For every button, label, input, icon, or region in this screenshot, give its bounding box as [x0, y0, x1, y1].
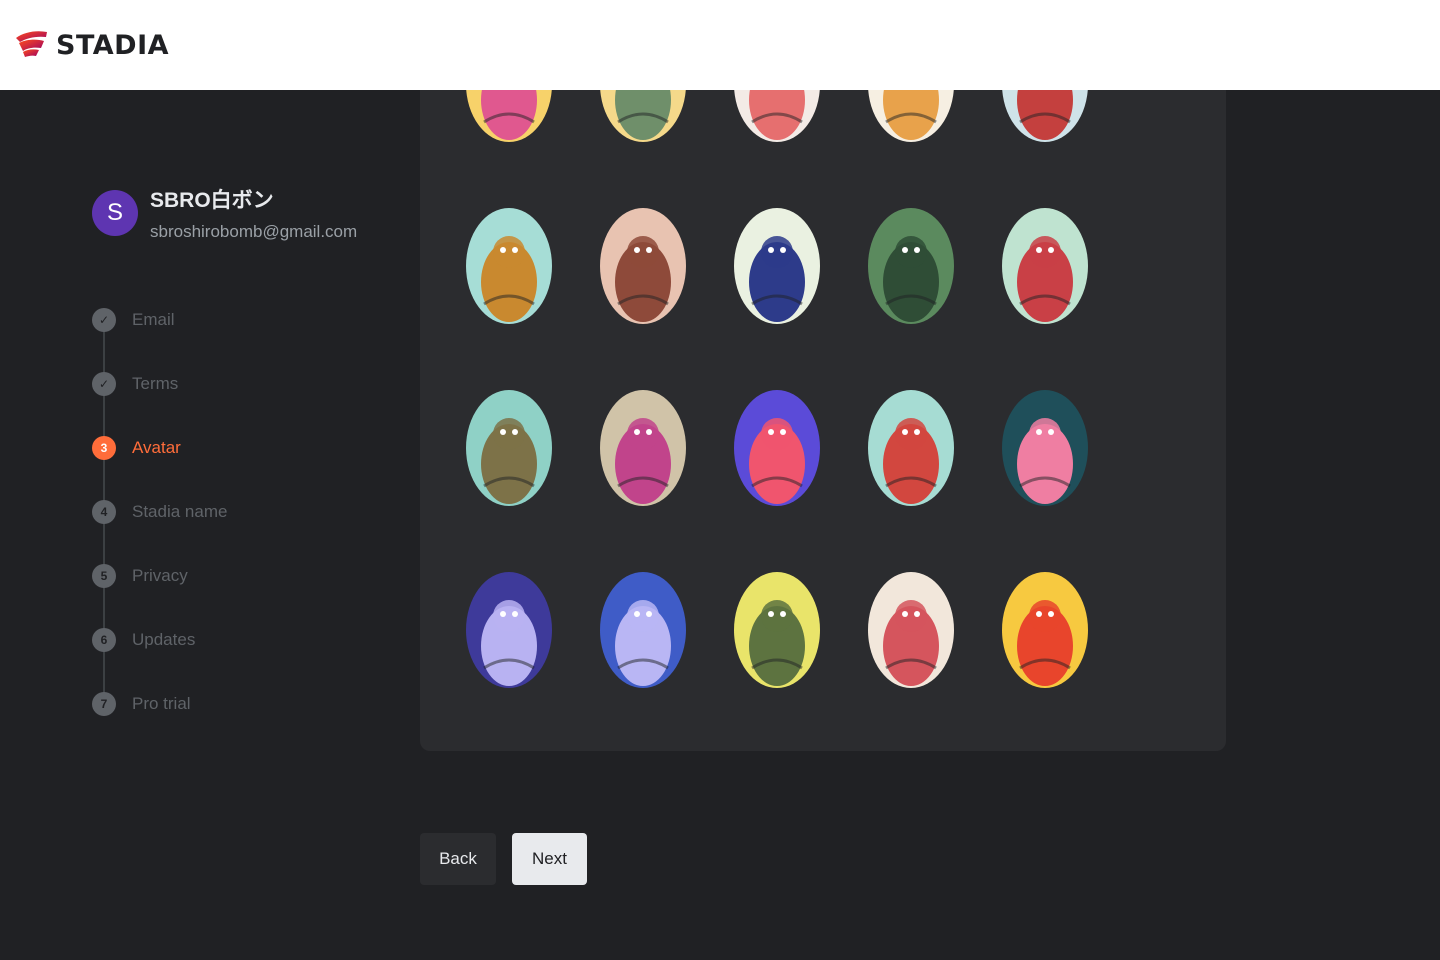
- avatar-stone-golem[interactable]: [600, 390, 686, 506]
- avatar-fire-spirit[interactable]: [1002, 572, 1088, 688]
- avatar-white-bird-art: [868, 90, 954, 142]
- avatar-slot-machine[interactable]: [1002, 390, 1088, 506]
- avatar-pink-octopus-art: [466, 90, 552, 142]
- avatar-white-bird[interactable]: [868, 90, 954, 142]
- avatar-polyhedral-die-art: [868, 572, 954, 688]
- step-label: Avatar: [132, 438, 181, 457]
- avatar-armored-warrior[interactable]: [600, 90, 686, 142]
- avatar-geometric-cubes-art: [734, 208, 820, 324]
- step-terms: ✓ Terms: [92, 372, 178, 396]
- avatar-red-robot-pilot[interactable]: [1002, 90, 1088, 142]
- avatar-violinist-girl[interactable]: [466, 208, 552, 324]
- step-label: Updates: [132, 630, 196, 649]
- step-number-badge: 4: [92, 500, 116, 524]
- step-avatar: 3 Avatar: [92, 436, 181, 460]
- stadia-wordmark: STADIA: [56, 29, 170, 61]
- avatar-hatted-bear[interactable]: [600, 208, 686, 324]
- avatar-pink-octopus[interactable]: [466, 90, 552, 142]
- avatar-hatted-bear-art: [600, 208, 686, 324]
- step-number-badge: 5: [92, 564, 116, 588]
- avatar-astronaut[interactable]: [600, 572, 686, 688]
- avatar-giraffe-art: [868, 390, 954, 506]
- check-icon: ✓: [92, 372, 116, 396]
- step-number-badge: 6: [92, 628, 116, 652]
- step-label: Stadia name: [132, 502, 228, 521]
- step-number-badge: 7: [92, 692, 116, 716]
- avatar-polyhedral-die[interactable]: [868, 572, 954, 688]
- step-label: Pro trial: [132, 694, 191, 713]
- avatar-cassette-machine[interactable]: [466, 390, 552, 506]
- avatar-pink-flower[interactable]: [734, 90, 820, 142]
- account-name: SBRO白ボン: [150, 189, 274, 212]
- step-stadia-name: 4 Stadia name: [92, 500, 227, 524]
- step-number-badge: 3: [92, 436, 116, 460]
- step-label: Email: [132, 310, 175, 329]
- avatar-stone-golem-art: [600, 390, 686, 506]
- main-area: S SBRO白ボン sbroshirobomb@gmail.com ✓ Emai…: [0, 90, 1440, 960]
- avatar-planet-rocket-art: [466, 572, 552, 688]
- avatar-red-robot[interactable]: [734, 390, 820, 506]
- next-button[interactable]: Next: [512, 833, 587, 885]
- avatar-slot-machine-art: [1002, 390, 1088, 506]
- avatar-running-athlete[interactable]: [1002, 208, 1088, 324]
- avatar-astronaut-art: [600, 572, 686, 688]
- avatar-mushroom-creature[interactable]: [734, 572, 820, 688]
- back-button[interactable]: Back: [420, 833, 496, 885]
- step-updates: 6 Updates: [92, 628, 195, 652]
- avatar-giraffe[interactable]: [868, 390, 954, 506]
- step-privacy: 5 Privacy: [92, 564, 188, 588]
- step-pro-trial: 7 Pro trial: [92, 692, 191, 716]
- avatar-leafy-shield[interactable]: [868, 208, 954, 324]
- stadia-logo-icon: [14, 28, 50, 63]
- avatar-cassette-machine-art: [466, 390, 552, 506]
- avatar-violinist-girl-art: [466, 208, 552, 324]
- avatar-fire-spirit-art: [1002, 572, 1088, 688]
- avatar-red-robot-art: [734, 390, 820, 506]
- avatar-armored-warrior-art: [600, 90, 686, 142]
- step-email: ✓ Email: [92, 308, 175, 332]
- avatar-running-athlete-art: [1002, 208, 1088, 324]
- stadia-logo[interactable]: STADIA: [14, 28, 169, 63]
- avatar-pink-flower-art: [734, 90, 820, 142]
- avatar-red-robot-pilot-art: [1002, 90, 1088, 142]
- step-label: Privacy: [132, 566, 188, 585]
- step-label: Terms: [132, 374, 179, 393]
- avatar-leafy-shield-art: [868, 208, 954, 324]
- avatar-geometric-cubes[interactable]: [734, 208, 820, 324]
- top-bar: STADIA: [0, 0, 1440, 90]
- avatar-planet-rocket[interactable]: [466, 572, 552, 688]
- account-email: sbroshirobomb@gmail.com: [150, 222, 358, 241]
- account-avatar: S: [92, 190, 138, 236]
- account-info: S SBRO白ボン sbroshirobomb@gmail.com: [92, 184, 357, 242]
- avatar-mushroom-creature-art: [734, 572, 820, 688]
- avatar-picker-panel: [420, 90, 1226, 751]
- check-icon: ✓: [92, 308, 116, 332]
